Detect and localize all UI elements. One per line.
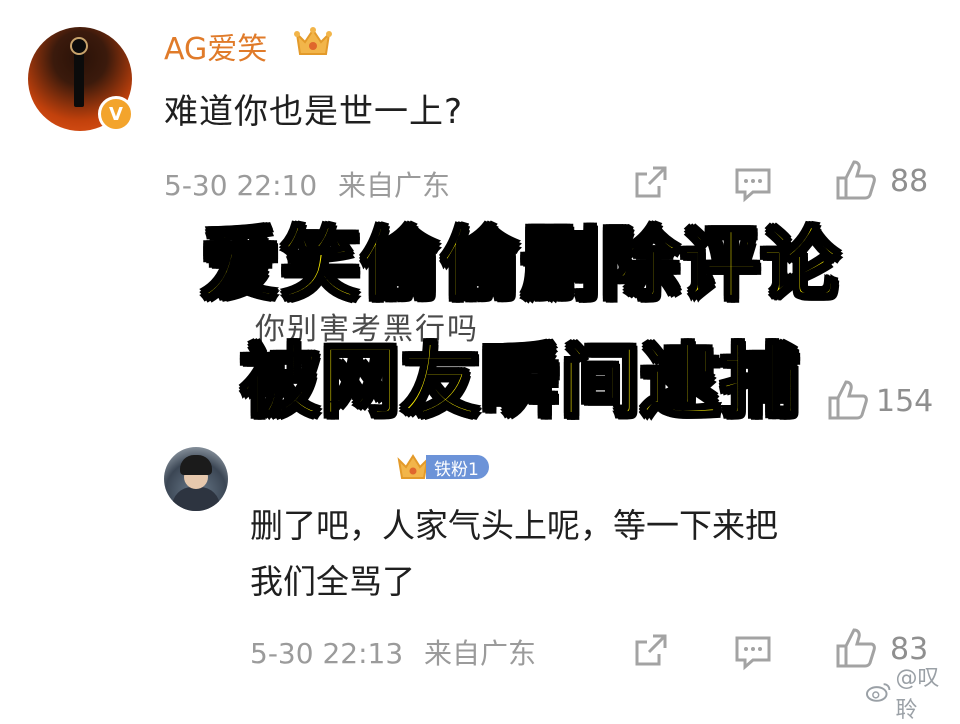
comment-meta: 5-30 22:10 来自广东 xyxy=(164,164,450,204)
comment-text-line: 我们全骂了 xyxy=(250,562,415,601)
comment-date: 5-30 22:13 xyxy=(250,637,404,670)
weibo-icon xyxy=(866,683,891,702)
fan-level-tag: 铁粉1 xyxy=(426,455,489,480)
crown-icon xyxy=(294,27,332,55)
comment-icon[interactable] xyxy=(733,164,773,204)
comment-text: 难道你也是世一上? xyxy=(164,92,464,132)
like-icon[interactable] xyxy=(834,158,878,202)
crown-icon xyxy=(397,454,429,479)
username[interactable]: AG爱笑 xyxy=(164,24,267,68)
avatar-figure-head xyxy=(70,37,88,55)
share-icon[interactable] xyxy=(631,630,671,670)
avatar-hair xyxy=(180,455,212,475)
avatar[interactable] xyxy=(164,447,228,511)
comment-location: 来自广东 xyxy=(338,169,451,202)
comment-text: 删了吧，人家气头上呢，等一下来把 我们全骂了 xyxy=(250,498,930,610)
share-icon[interactable] xyxy=(631,162,671,202)
avatar-body xyxy=(172,487,220,511)
comment-date: 5-30 22:10 xyxy=(164,169,318,202)
comment-text-line: 删了吧，人家气头上呢，等一下来把 xyxy=(250,506,778,545)
like-count: 154 xyxy=(876,384,934,419)
like-count: 88 xyxy=(890,164,929,199)
verified-badge-icon: V xyxy=(98,96,134,132)
comment-meta: 5-30 22:13 来自广东 xyxy=(250,632,536,672)
comment-icon[interactable] xyxy=(733,632,773,672)
overlay-caption-line1: 爱笑偷偷删除评论 xyxy=(199,219,841,312)
watermark: @叹聆 xyxy=(866,660,960,724)
overlay-caption-line2: 被网友瞬间逮捕 xyxy=(239,336,801,429)
comment-location: 来自广东 xyxy=(424,637,537,670)
fan-badge: 铁粉1 xyxy=(396,452,489,482)
watermark-text: @叹聆 xyxy=(895,666,940,723)
